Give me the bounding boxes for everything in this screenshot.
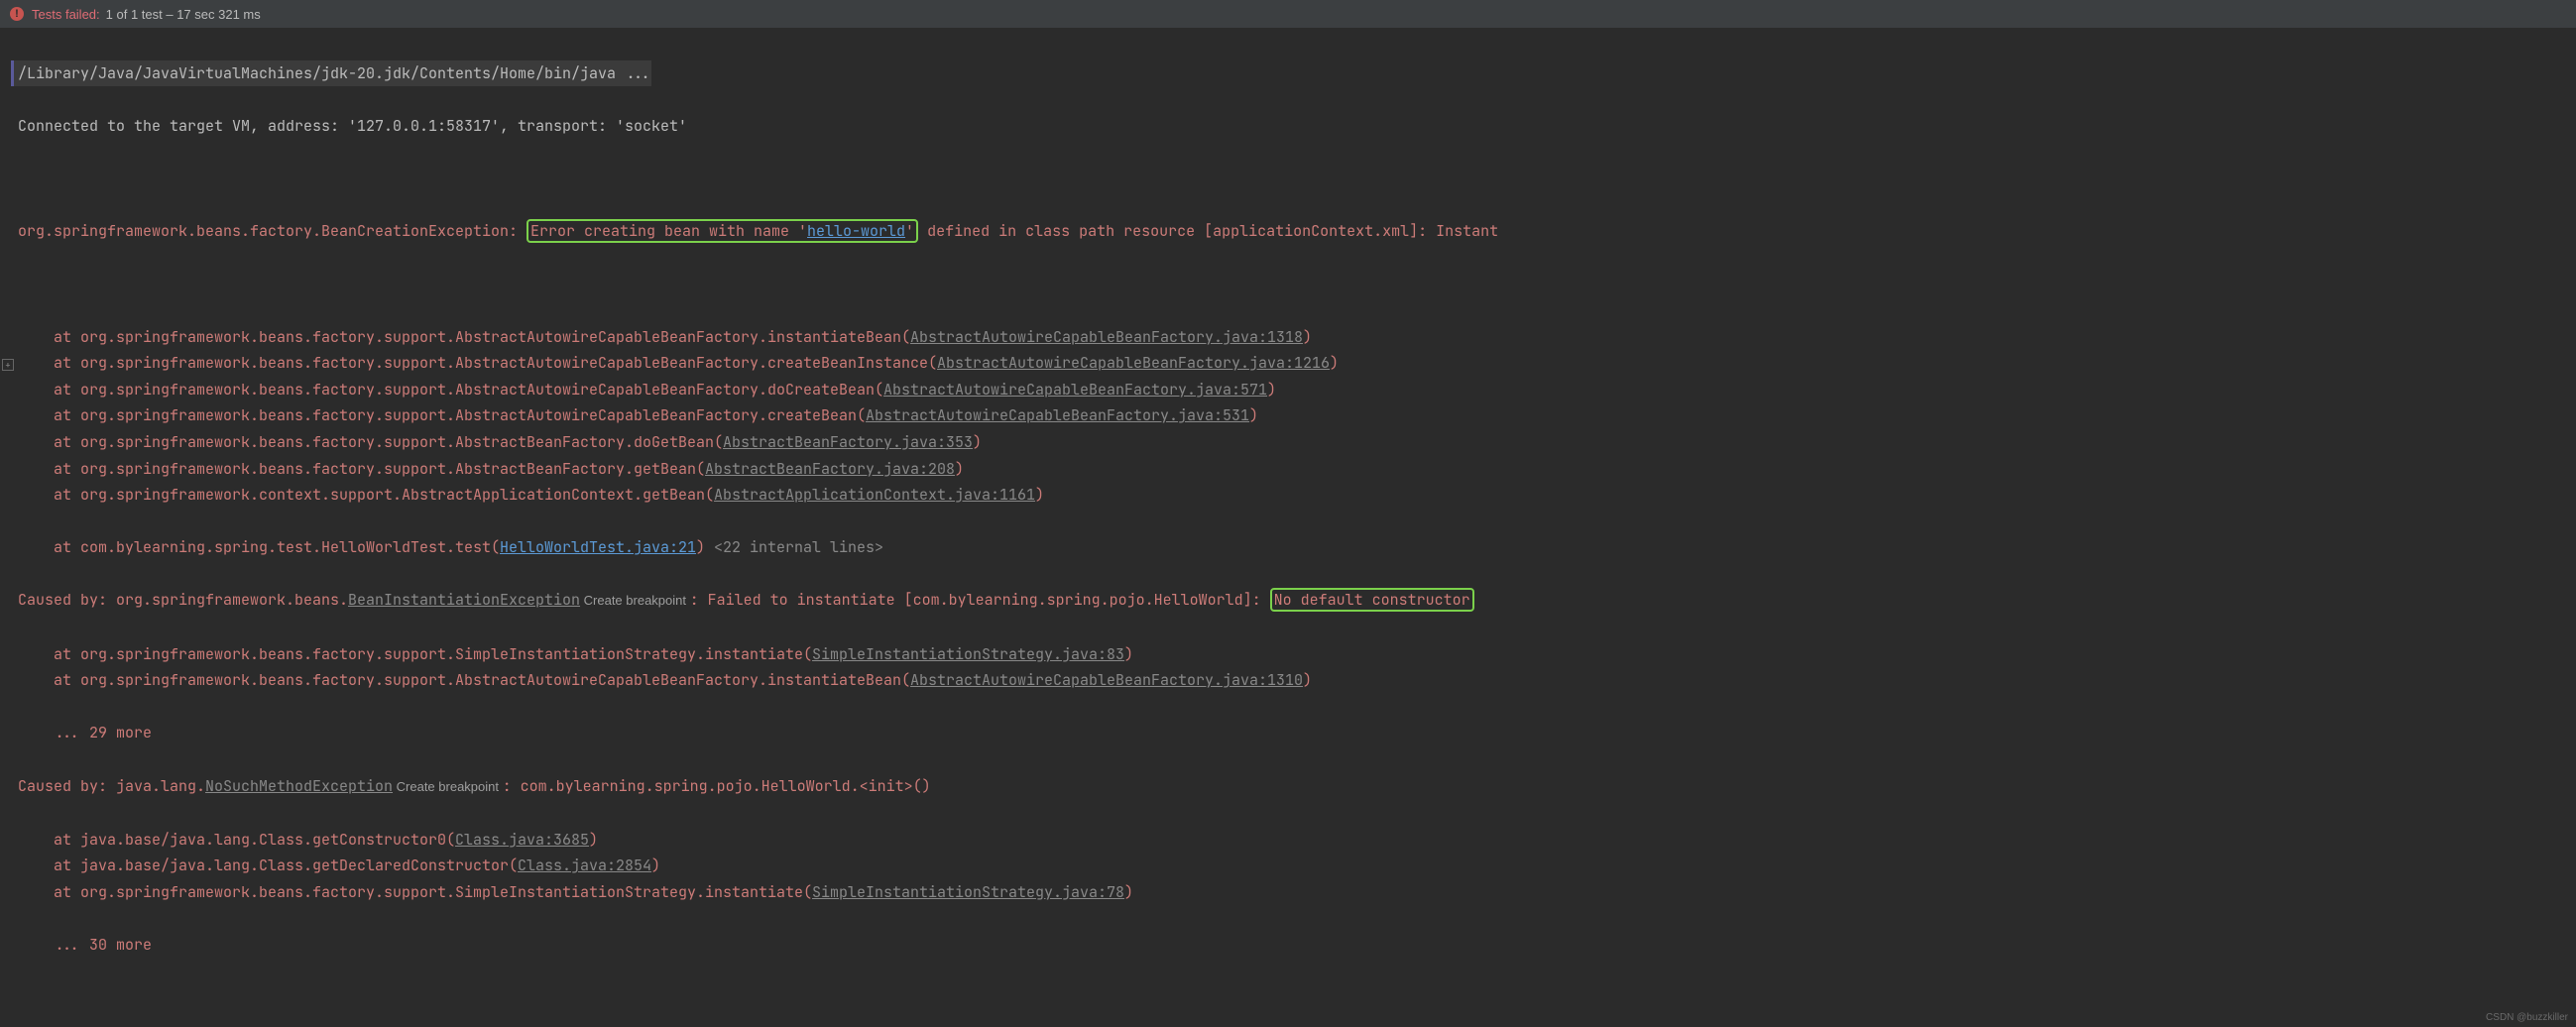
exception-prefix: org.springframework.beans.factory.BeanCr…	[18, 221, 527, 241]
stack-line: at org.springframework.beans.factory.sup…	[18, 644, 812, 664]
internal-lines-fold[interactable]: <22 internal lines>	[705, 537, 883, 557]
stack-line: at org.springframework.context.support.A…	[18, 485, 714, 505]
source-link[interactable]: Class.java:3685	[455, 830, 589, 850]
source-link[interactable]: AbstractAutowireCapableBeanFactory.java:…	[866, 405, 1249, 425]
expand-fold-icon[interactable]: +	[2, 359, 14, 371]
source-link[interactable]: AbstractAutowireCapableBeanFactory.java:…	[883, 380, 1267, 399]
watermark: CSDN @buzzkiller	[2486, 1012, 2568, 1023]
exception-class-link[interactable]: NoSuchMethodException	[205, 776, 393, 796]
highlight-no-constructor: No default constructor	[1270, 588, 1474, 612]
caused-by-2: Caused by: java.lang.	[18, 776, 205, 796]
stack-line: at org.springframework.beans.factory.sup…	[18, 459, 705, 479]
create-breakpoint-button[interactable]: Create breakpoint	[393, 779, 503, 794]
stack-line: at org.springframework.beans.factory.sup…	[18, 882, 812, 902]
bean-name-link[interactable]: hello-world	[807, 221, 905, 241]
source-link[interactable]: AbstractAutowireCapableBeanFactory.java:…	[910, 327, 1303, 347]
stack-line: at java.base/java.lang.Class.getConstruc…	[18, 830, 455, 850]
exception-class-link[interactable]: BeanInstantiationException	[348, 590, 580, 610]
source-link[interactable]: AbstractAutowireCapableBeanFactory.java:…	[937, 353, 1330, 373]
java-command: /Library/Java/JavaVirtualMachines/jdk-20…	[11, 60, 651, 87]
create-breakpoint-button[interactable]: Create breakpoint	[580, 593, 690, 608]
fail-label: Tests failed:	[32, 7, 100, 22]
exception-suffix: defined in class path resource [applicat…	[918, 221, 1498, 241]
vm-connected: Connected to the target VM, address: '12…	[18, 116, 687, 136]
source-link[interactable]: AbstractBeanFactory.java:208	[705, 459, 955, 479]
source-link[interactable]: SimpleInstantiationStrategy.java:83	[812, 644, 1124, 664]
fail-count: 1 of 1 test – 17 sec 321 ms	[106, 7, 261, 22]
console-output: /Library/Java/JavaVirtualMachines/jdk-20…	[0, 28, 2576, 984]
user-test-link[interactable]: HelloWorldTest.java:21	[500, 537, 696, 557]
stack-line: at org.springframework.beans.factory.sup…	[18, 432, 723, 452]
source-link[interactable]: Class.java:2854	[518, 856, 651, 875]
source-link[interactable]: AbstractAutowireCapableBeanFactory.java:…	[910, 670, 1303, 690]
stack-line: at java.base/java.lang.Class.getDeclared…	[18, 856, 518, 875]
fail-icon: !	[10, 7, 24, 21]
stack-line: at org.springframework.beans.factory.sup…	[18, 327, 910, 347]
stack-line: at org.springframework.beans.factory.sup…	[18, 353, 937, 373]
highlight-bean-error: Error creating bean with name 'hello-wor…	[527, 219, 918, 243]
stack-line: at org.springframework.beans.factory.sup…	[18, 405, 866, 425]
stack-line: at org.springframework.beans.factory.sup…	[18, 380, 883, 399]
source-link[interactable]: SimpleInstantiationStrategy.java:78	[812, 882, 1124, 902]
more-frames: ... 30 more	[18, 935, 152, 955]
stack-line: at org.springframework.beans.factory.sup…	[18, 670, 910, 690]
source-link[interactable]: AbstractApplicationContext.java:1161	[714, 485, 1035, 505]
test-status-bar: ! Tests failed: 1 of 1 test – 17 sec 321…	[0, 0, 2576, 28]
source-link[interactable]: AbstractBeanFactory.java:353	[723, 432, 973, 452]
stack-line: at com.bylearning.spring.test.HelloWorld…	[18, 537, 500, 557]
more-frames: ... 29 more	[18, 723, 152, 742]
caused-by-1: Caused by: org.springframework.beans.	[18, 590, 348, 610]
